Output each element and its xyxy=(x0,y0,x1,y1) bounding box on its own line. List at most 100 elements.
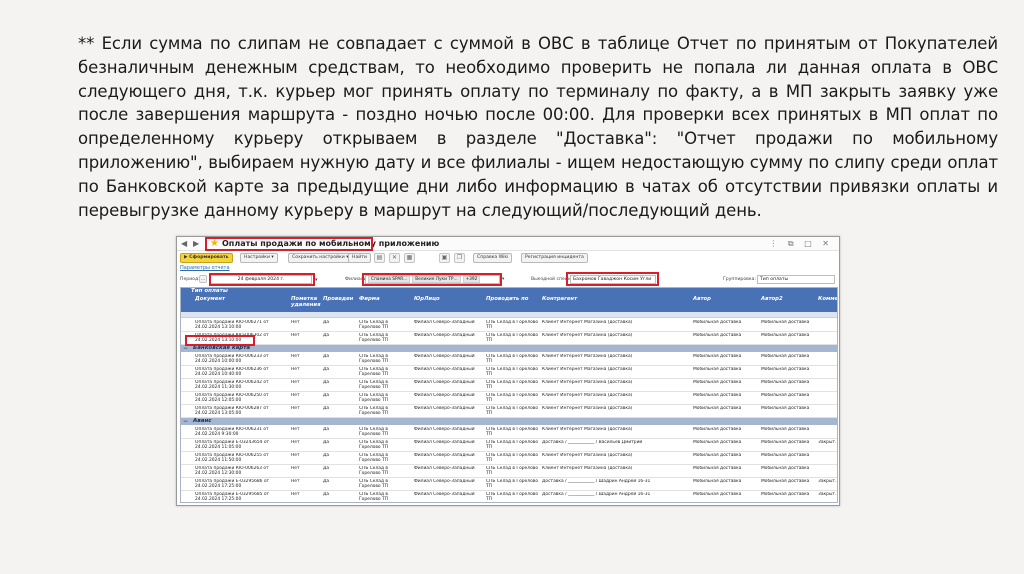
document-icon[interactable]: ▦ xyxy=(404,253,415,263)
table-row[interactable]: Оплата продажи КЮ-006231 от 24.02.2024 9… xyxy=(181,426,837,439)
table-row[interactable]: Оплата продажи КЮ-006263 от 24.02.2024 1… xyxy=(181,465,837,478)
table-cell-author2: Мобильная доставка xyxy=(761,406,810,411)
table-cell-via: СПБ Склад в Горелово ТП xyxy=(486,354,539,365)
column-header[interactable]: Проведен xyxy=(323,296,357,302)
window-controls[interactable]: ⋮ ⧉ □ ✕ xyxy=(769,239,833,249)
report-params-link[interactable]: Параметры отчета xyxy=(180,265,230,272)
table-cell-author2: Мобильная доставка xyxy=(761,354,810,359)
collapse-icon[interactable]: − xyxy=(183,345,188,352)
table-row[interactable]: Оплата продажи Е-03243654 от 24.02.2024 … xyxy=(181,439,837,452)
table-cell-contractor: Доставка / ____________ / Шадрин Андрей … xyxy=(542,492,651,497)
settings-button[interactable]: Настройки ▾ xyxy=(240,253,278,263)
collapse-icon[interactable]: − xyxy=(183,418,188,425)
star-icon[interactable]: ★ xyxy=(210,238,219,249)
calendar-icon[interactable]: … xyxy=(199,275,207,283)
table-cell-posted: Да xyxy=(323,320,330,325)
table-row[interactable]: Оплата продажи КЮ-006242 от 24.02.2024 1… xyxy=(181,379,837,392)
table-cell-legal: Филиал Северо-Западный xyxy=(414,367,475,372)
table-cell-contractor: Клиент Интернет Магазина (доставка) xyxy=(542,466,633,471)
arrow-left-icon[interactable]: ◀ xyxy=(181,239,187,248)
table-cell-author2: Мобильная доставка xyxy=(761,453,810,458)
table-row[interactable]: Оплата продажи КЮ-006233 от 24.02.2024 1… xyxy=(181,353,837,366)
print-icon[interactable]: ▤ xyxy=(374,253,385,263)
grouping-label: Группировка: xyxy=(723,277,756,282)
table-row[interactable]: Оплата продажи КЮ-006287 от 24.02.2024 1… xyxy=(181,405,837,418)
header-subbar xyxy=(181,312,837,318)
table-row[interactable]: Оплата продажи КЮ-006236 от 24.02.2024 1… xyxy=(181,366,837,379)
table-cell-via: СПБ Склад в Горелово ТП xyxy=(486,380,539,391)
period-field[interactable]: 24 февраля 2024 г. xyxy=(210,275,312,284)
copy-icon[interactable]: ❐ xyxy=(454,253,465,263)
group-label: Банковская карта xyxy=(193,345,251,351)
generate-button[interactable]: ▶ Сформировать xyxy=(180,253,233,263)
table-cell-author: Мобильная доставка xyxy=(693,333,742,338)
help-wiki-button[interactable]: Справка Wiki xyxy=(473,253,513,263)
table-cell-author2: Мобильная доставка xyxy=(761,393,810,398)
clear-period-icon[interactable]: ▾ xyxy=(315,277,318,283)
table-row[interactable]: Оплата продажи Е-03295685 от 24.02.2024 … xyxy=(181,491,838,503)
table-cell-firm: СПБ Склад в Горелово ТП xyxy=(359,492,389,503)
table-cell-contractor: Клиент Интернет Магазина (доставка) xyxy=(542,393,633,398)
column-header[interactable]: Фирма xyxy=(359,296,411,302)
table-cell-doc: Оплата продажи Е-03295685 от 24.02.2024 … xyxy=(195,492,270,503)
table-row[interactable]: Оплата продажи КЮ-006271 от 24.02.2024 1… xyxy=(181,319,837,332)
operator-field[interactable]: Бахромов Гаваджон Косим Угли xyxy=(570,275,656,284)
table-row[interactable]: Оплата продажи Е-03295686 от 24.02.2024 … xyxy=(181,478,837,491)
table-cell-legal: Филиал Северо-Западный xyxy=(414,427,475,432)
group-row[interactable]: − Аванс xyxy=(181,418,837,425)
cancel-icon[interactable]: ✕ xyxy=(389,253,400,263)
table-cell-via: СПБ Склад в Горелово ТП xyxy=(486,440,539,451)
table-cell-comment: Закрыт... xyxy=(818,440,838,445)
column-header[interactable]: Коммент xyxy=(818,296,837,302)
table-cell-author: Мобильная доставка xyxy=(693,406,742,411)
table-cell-mark: Нет xyxy=(291,453,300,458)
table-row[interactable]: Оплата продажи КЮ-006250 от 24.02.2024 1… xyxy=(181,392,837,405)
table-cell-firm: СПБ Склад в Горелово ТП xyxy=(359,333,389,344)
table-cell-firm: СПБ Склад в Горелово ТП xyxy=(359,380,389,391)
table-cell-via: СПБ Склад в Горелово ТП xyxy=(486,367,539,378)
table-cell-mark: Нет xyxy=(291,333,300,338)
column-header[interactable]: Пометка удаления xyxy=(291,296,321,308)
table-cell-posted: Да xyxy=(323,453,330,458)
table-row[interactable]: Оплата продажи КЮ-006255 от 24.02.2024 1… xyxy=(181,452,837,465)
table-cell-comment: Закрыт... xyxy=(818,492,838,497)
branches-dropdown-icon[interactable]: ▾ xyxy=(502,277,504,283)
table-cell-posted: Да xyxy=(323,492,330,497)
column-header[interactable]: Автор2 xyxy=(761,296,816,302)
table-cell-legal: Филиал Северо-Западный xyxy=(414,453,475,458)
table-cell-via: СПБ Склад в Горелово ТП xyxy=(486,393,539,404)
save-icon[interactable]: ▣ xyxy=(439,253,450,263)
table-cell-author2: Мобильная доставка xyxy=(761,320,810,325)
table-cell-via: СПБ Склад в Горелово ТП xyxy=(486,427,539,438)
group-row[interactable]: − Банковская карта xyxy=(181,345,837,352)
table-cell-author2: Мобильная доставка xyxy=(761,479,810,484)
table-cell-via: СПБ Склад в Горелово ТП xyxy=(486,492,539,503)
column-header[interactable]: ЮрЛицо xyxy=(414,296,484,302)
arrow-right-icon[interactable]: ▶ xyxy=(193,239,199,248)
table-cell-firm: СПБ Склад в Горелово ТП xyxy=(359,393,389,404)
table-cell-legal: Филиал Северо-Западный xyxy=(414,380,475,385)
grouping-field[interactable]: Тип оплаты xyxy=(757,275,835,284)
table-cell-mark: Нет xyxy=(291,320,300,325)
find-button[interactable]: Найти xyxy=(348,253,371,263)
table-cell-contractor: Клиент Интернет Магазина (доставка) xyxy=(542,427,633,432)
table-cell-via: СПБ Склад в Горелово ТП xyxy=(486,333,539,344)
table-cell-contractor: Клиент Интернет Магазина (доставка) xyxy=(542,380,633,385)
table-cell-posted: Да xyxy=(323,380,330,385)
table-cell-doc: Оплата продажи КЮ-006250 от 24.02.2024 1… xyxy=(195,393,269,404)
table-cell-posted: Да xyxy=(323,367,330,372)
register-incident-button[interactable]: Регистрация инцидента xyxy=(521,253,588,263)
column-header[interactable]: Документ xyxy=(195,296,289,302)
branches-field[interactable]: Спамина SPAR... Великие Луки ТР... +392 xyxy=(365,275,500,284)
column-header[interactable]: Автор xyxy=(693,296,759,302)
report-window: ◀ ▶ ★ Оплаты продажи по мобильному прило… xyxy=(176,236,840,506)
save-settings-button[interactable]: Сохранить настройки ▾ xyxy=(288,253,353,263)
column-header[interactable]: Контрагент xyxy=(542,296,690,302)
filter-bar: Период: … 24 февраля 2024 г. ▾ Филиалы: … xyxy=(177,274,839,286)
table-cell-author2: Мобильная доставка xyxy=(761,466,810,471)
column-header[interactable]: Проводить по xyxy=(486,296,540,302)
table-cell-doc: Оплата продажи КЮ-006263 от 24.02.2024 1… xyxy=(195,466,269,477)
table-row[interactable]: Оплата продажи КЮ-006302 от 24.02.2024 1… xyxy=(181,332,837,345)
table-cell-legal: Филиал Северо-Западный xyxy=(414,354,475,359)
table-cell-via: СПБ Склад в Горелово ТП xyxy=(486,479,539,490)
